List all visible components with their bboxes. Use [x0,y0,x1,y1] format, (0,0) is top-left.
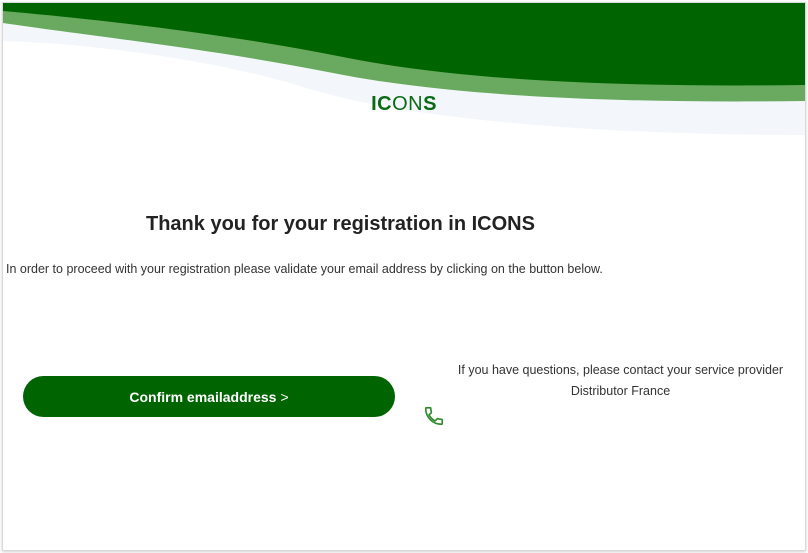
contact-info: If you have questions, please contact yo… [428,360,805,402]
service-provider-name: Distributor France [570,384,671,398]
phone-icon[interactable] [423,405,445,427]
email-frame: ICONS Thank you for your registration in… [2,2,806,551]
page-title: Thank you for your registration in ICONS [146,213,535,235]
confirm-email-button[interactable]: Confirm emailaddress > [23,376,395,417]
instructions-text: In order to proceed with your registrati… [6,262,603,276]
header-wave-banner [3,3,805,135]
contact-question-text: If you have questions, please contact yo… [457,363,784,377]
icons-logo: ICONS [3,93,805,116]
logo-text-ic: IC [371,93,393,115]
chevron-right-icon: > [280,388,289,405]
confirm-button-label: Confirm emailaddress [129,388,277,405]
logo-text-on: ON [392,93,424,115]
logo-text-s: S [423,93,437,115]
